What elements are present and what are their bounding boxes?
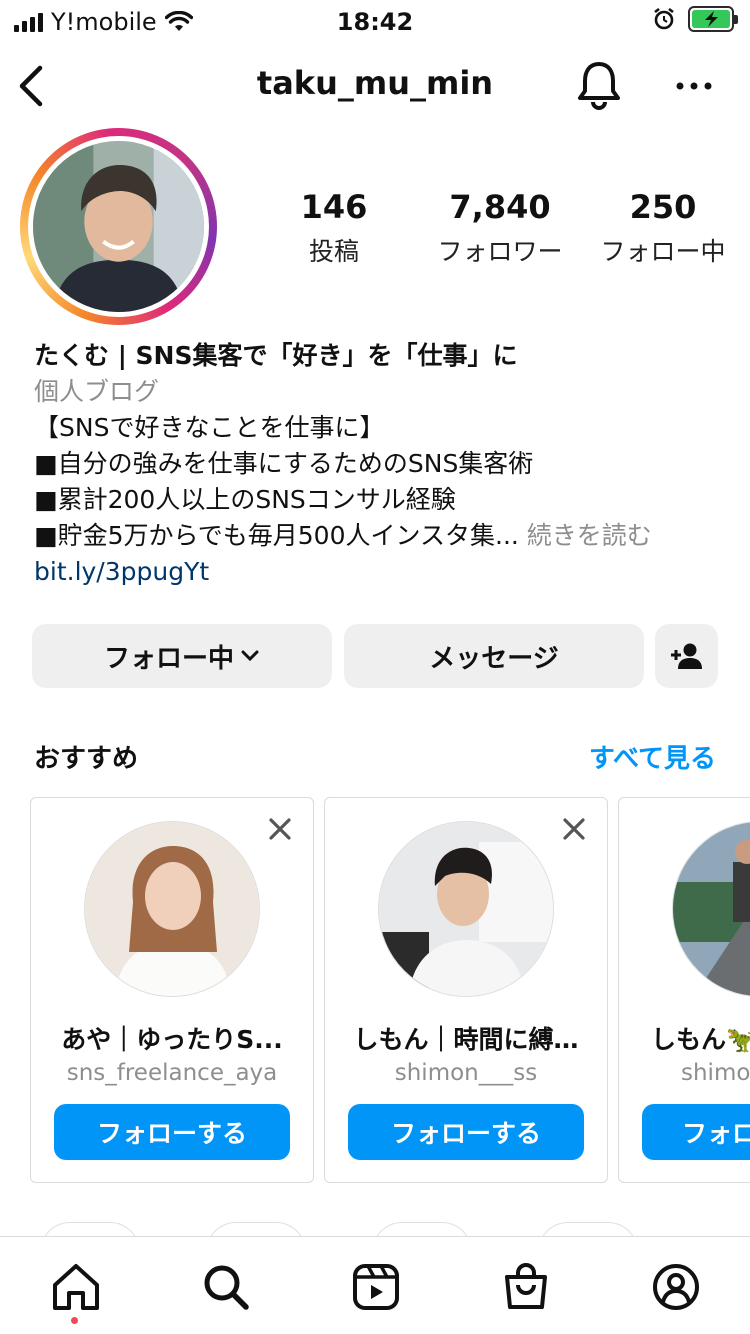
suggestion-username: shimon___ss xyxy=(394,1060,538,1086)
bio-line-last: ■貯金5万からでも毎月500人インスタ集... 続きを読む xyxy=(34,518,734,554)
follow-button[interactable]: フォローする xyxy=(348,1104,584,1160)
chevron-down-icon xyxy=(241,650,259,662)
profile-bio: たくむ | SNS集客で「好き」を「仕事」に 個人ブログ 【SNSで好きなことを… xyxy=(34,338,734,590)
read-more-link[interactable]: 続きを読む xyxy=(527,521,652,550)
bell-icon[interactable] xyxy=(572,58,626,112)
more-horizontal-icon[interactable] xyxy=(672,60,716,110)
bio-line: ■貯金5万からでも毎月500人インスタ集... xyxy=(34,521,519,550)
suggestion-username: sns_freelance_aya xyxy=(66,1060,278,1086)
suggestion-username: shimon xyxy=(681,1060,750,1086)
alarm-icon xyxy=(654,7,674,30)
suggestions-title: おすすめ xyxy=(34,744,139,774)
suggestion-name: しもん｜時間に縛… xyxy=(353,1025,579,1054)
close-icon[interactable] xyxy=(561,816,587,842)
avatar xyxy=(33,141,204,312)
notification-dot xyxy=(71,1317,78,1324)
follow-button[interactable]: フォロー xyxy=(642,1104,750,1160)
status-bar: Y!mobile 18:42 xyxy=(0,0,750,44)
bottom-tab-bar xyxy=(0,1236,750,1334)
posts-count: 146 xyxy=(300,188,368,226)
suggestion-name: あや｜ゆったりS... xyxy=(61,1025,283,1054)
stat-followers[interactable]: 7,840 フォロワー xyxy=(420,188,580,268)
following-button-label: フォロー中 xyxy=(103,643,234,674)
top-nav: taku_mu_min xyxy=(0,56,750,116)
profile-display-name: たくむ | SNS集客で「好き」を「仕事」に xyxy=(34,341,518,370)
bio-line: 【SNSで好きなことを仕事に】 xyxy=(34,413,385,442)
suggestion-card[interactable]: しもん｜時間に縛… shimon___ss フォローする xyxy=(324,797,608,1183)
profile-icon[interactable] xyxy=(650,1261,702,1313)
following-label: フォロー中 xyxy=(600,237,726,266)
following-count: 250 xyxy=(629,188,697,226)
status-right xyxy=(652,6,738,32)
reels-icon[interactable] xyxy=(350,1261,402,1313)
shop-icon[interactable] xyxy=(500,1261,552,1313)
stat-following[interactable]: 250 フォロー中 xyxy=(588,188,738,268)
suggestion-card[interactable]: あや｜ゆったりS... sns_freelance_aya フォローする xyxy=(30,797,314,1183)
profile-category: 個人ブログ xyxy=(34,377,160,406)
bio-line: ■累計200人以上のSNSコンサル経験 xyxy=(34,485,456,514)
message-button[interactable]: メッセージ xyxy=(344,624,644,688)
bio-line: ■自分の強みを仕事にするためのSNS集客術 xyxy=(34,449,534,478)
profile-stats: 146 投稿 7,840 フォロワー 250 フォロー中 xyxy=(288,188,738,268)
battery-icon xyxy=(688,6,738,32)
suggestion-avatar[interactable] xyxy=(84,821,260,997)
bio-link[interactable]: bit.ly/3ppugYt xyxy=(34,554,734,590)
see-all-link[interactable]: すべて見る xyxy=(589,738,716,775)
posts-label: 投稿 xyxy=(308,237,359,266)
suggestion-name: しもん🦖 xyxy=(651,1025,750,1054)
status-time: 18:42 xyxy=(336,8,414,36)
follow-button[interactable]: フォローする xyxy=(54,1104,290,1160)
suggestion-avatar[interactable] xyxy=(378,821,554,997)
stat-posts[interactable]: 146 投稿 xyxy=(288,188,380,268)
profile-username: taku_mu_min xyxy=(256,64,494,102)
followers-count: 7,840 xyxy=(449,188,551,226)
avatar-story-ring[interactable] xyxy=(20,128,217,325)
search-icon[interactable] xyxy=(200,1261,252,1313)
add-user-button[interactable] xyxy=(655,624,718,688)
close-icon[interactable] xyxy=(267,816,293,842)
suggestion-avatar[interactable] xyxy=(672,821,750,997)
home-icon[interactable] xyxy=(50,1261,102,1313)
add-user-icon xyxy=(670,643,702,669)
following-button[interactable]: フォロー中 xyxy=(32,624,332,688)
message-button-label: メッセージ xyxy=(429,643,559,674)
suggestion-card[interactable]: しもん🦖 shimon フォロー xyxy=(618,797,750,1183)
followers-label: フォロワー xyxy=(437,237,563,266)
